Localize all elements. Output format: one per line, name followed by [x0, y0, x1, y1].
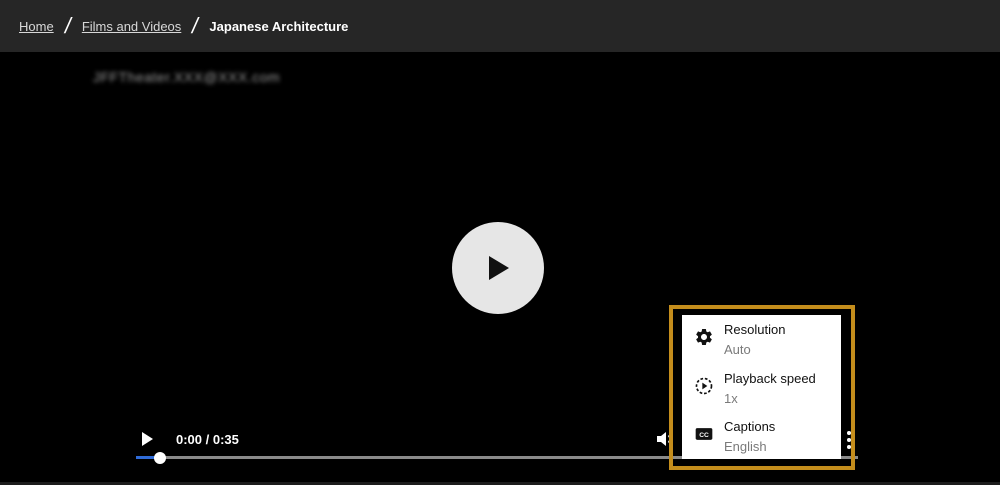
video-watermark: JFFTheater.XXX@XXX.com [93, 69, 281, 85]
menu-item-value: Auto [724, 342, 751, 357]
more-options-button[interactable] [845, 430, 853, 450]
svg-text:CC: CC [699, 432, 709, 439]
settings-menu: Resolution Auto Playback speed 1x CC Cap… [682, 315, 841, 459]
breadcrumb-films-link[interactable]: Films and Videos [82, 19, 181, 34]
captions-icon: CC [695, 428, 713, 440]
play-button[interactable] [140, 431, 156, 447]
breadcrumb-separator: / [62, 13, 74, 38]
playback-speed-icon [695, 377, 713, 395]
menu-item-label: Captions [724, 419, 776, 434]
play-icon [142, 432, 153, 446]
breadcrumb-home-link[interactable]: Home [19, 19, 54, 34]
breadcrumb-current-page: Japanese Architecture [209, 18, 349, 34]
time-display: 0:00 / 0:35 [176, 432, 239, 447]
menu-item-playback-speed[interactable]: Playback speed 1x [682, 364, 841, 410]
video-player[interactable]: JFFTheater.XXX@XXX.com 0:00 / 0:35 Resol… [0, 52, 1000, 482]
menu-item-label: Playback speed [724, 371, 816, 386]
menu-item-label: Resolution [724, 322, 786, 337]
menu-item-value: English [724, 439, 767, 454]
menu-item-resolution[interactable]: Resolution Auto [682, 315, 841, 361]
play-icon [489, 256, 509, 280]
gear-icon [696, 329, 712, 345]
volume-button[interactable] [656, 430, 674, 448]
more-vertical-icon [847, 431, 851, 449]
progress-thumb[interactable] [154, 452, 166, 464]
breadcrumb-separator: / [190, 13, 201, 38]
menu-item-value: 1x [724, 391, 738, 406]
big-play-button[interactable] [452, 222, 544, 314]
breadcrumb-bar: Home / Films and Videos / Japanese Archi… [0, 0, 1000, 52]
menu-item-captions[interactable]: CC Captions English [682, 412, 841, 458]
volume-icon [657, 432, 671, 446]
